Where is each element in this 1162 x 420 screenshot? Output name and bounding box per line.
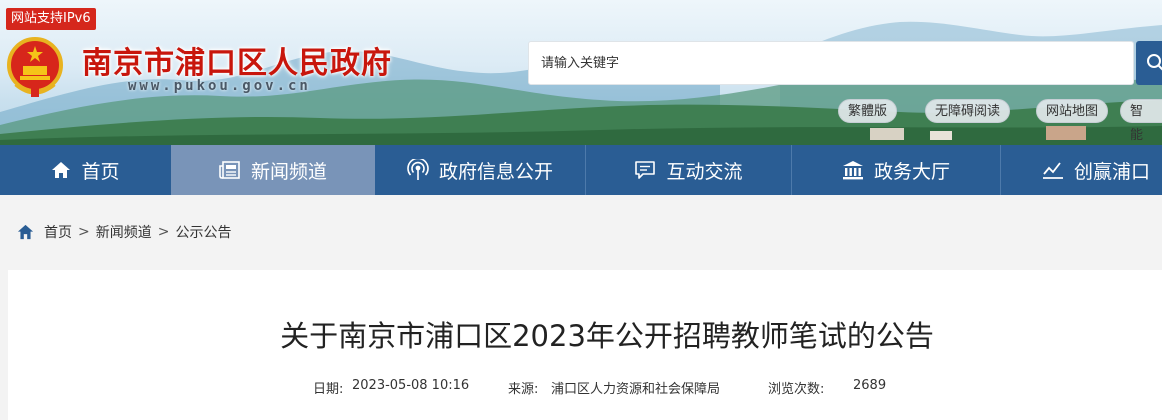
home-icon: [17, 224, 34, 240]
broadcast-icon: [407, 159, 429, 181]
nav-item-home[interactable]: 首页: [0, 145, 171, 195]
search-button[interactable]: [1136, 41, 1162, 85]
nav-label-interaction: 互动交流: [666, 157, 742, 184]
chat-icon: [634, 159, 656, 181]
site-title[interactable]: 南京市浦口区人民政府: [82, 38, 392, 82]
site-url: www.pukou.gov.cn: [128, 78, 311, 94]
breadcrumb-notices[interactable]: 公示公告: [175, 222, 231, 242]
nav-label-home: 首页: [81, 157, 119, 184]
newspaper-icon: [219, 160, 241, 180]
building-icon: [842, 160, 864, 180]
breadcrumb-separator: >: [78, 224, 90, 240]
ipv6-badge: 网站支持IPv6: [6, 8, 96, 30]
nav-label-win-pukou: 创赢浦口: [1074, 157, 1150, 184]
nav-label-gov-info: 政府信息公开: [439, 157, 553, 184]
accessibility-button[interactable]: 无障碍阅读: [925, 99, 1010, 123]
view-count: 2689: [853, 378, 886, 393]
nav-item-interaction[interactable]: 互动交流: [586, 145, 791, 195]
nav-label-service-hall: 政务大厅: [874, 157, 950, 184]
nav-item-service-hall[interactable]: 政务大厅: [792, 145, 1000, 195]
breadcrumb-separator: >: [158, 224, 170, 240]
search-icon: [1146, 53, 1162, 73]
search-box: [528, 41, 1134, 85]
breadcrumb: 首页 > 新闻频道 > 公示公告: [17, 222, 231, 242]
nav-label-news: 新闻频道: [251, 157, 327, 184]
search-input[interactable]: [529, 42, 1113, 84]
home-icon: [51, 160, 71, 180]
national-emblem-logo: [6, 36, 64, 98]
nav-item-news[interactable]: 新闻频道: [171, 145, 375, 195]
chart-icon: [1042, 160, 1064, 180]
nav-item-gov-info[interactable]: 政府信息公开: [375, 145, 585, 195]
date-label: 日期:: [313, 378, 343, 397]
article-source: 浦口区人力资源和社会保障局: [551, 378, 720, 397]
source-label: 来源:: [508, 378, 538, 397]
nav-item-win-pukou[interactable]: 创赢浦口: [1001, 145, 1162, 195]
article-date: 2023-05-08 10:16: [352, 378, 469, 393]
breadcrumb-home[interactable]: 首页: [44, 222, 72, 242]
breadcrumb-news[interactable]: 新闻频道: [96, 222, 152, 242]
smart-assistant-button[interactable]: 智能: [1120, 99, 1162, 123]
article-title: 关于南京市浦口区2023年公开招聘教师笔试的公告: [0, 313, 1162, 355]
sitemap-button[interactable]: 网站地图: [1036, 99, 1108, 123]
traditional-chinese-button[interactable]: 繁體版: [838, 99, 897, 123]
main-nav: 首页 新闻频道 政府信息公开 互动交流: [0, 145, 1162, 195]
views-label: 浏览次数:: [768, 378, 824, 397]
